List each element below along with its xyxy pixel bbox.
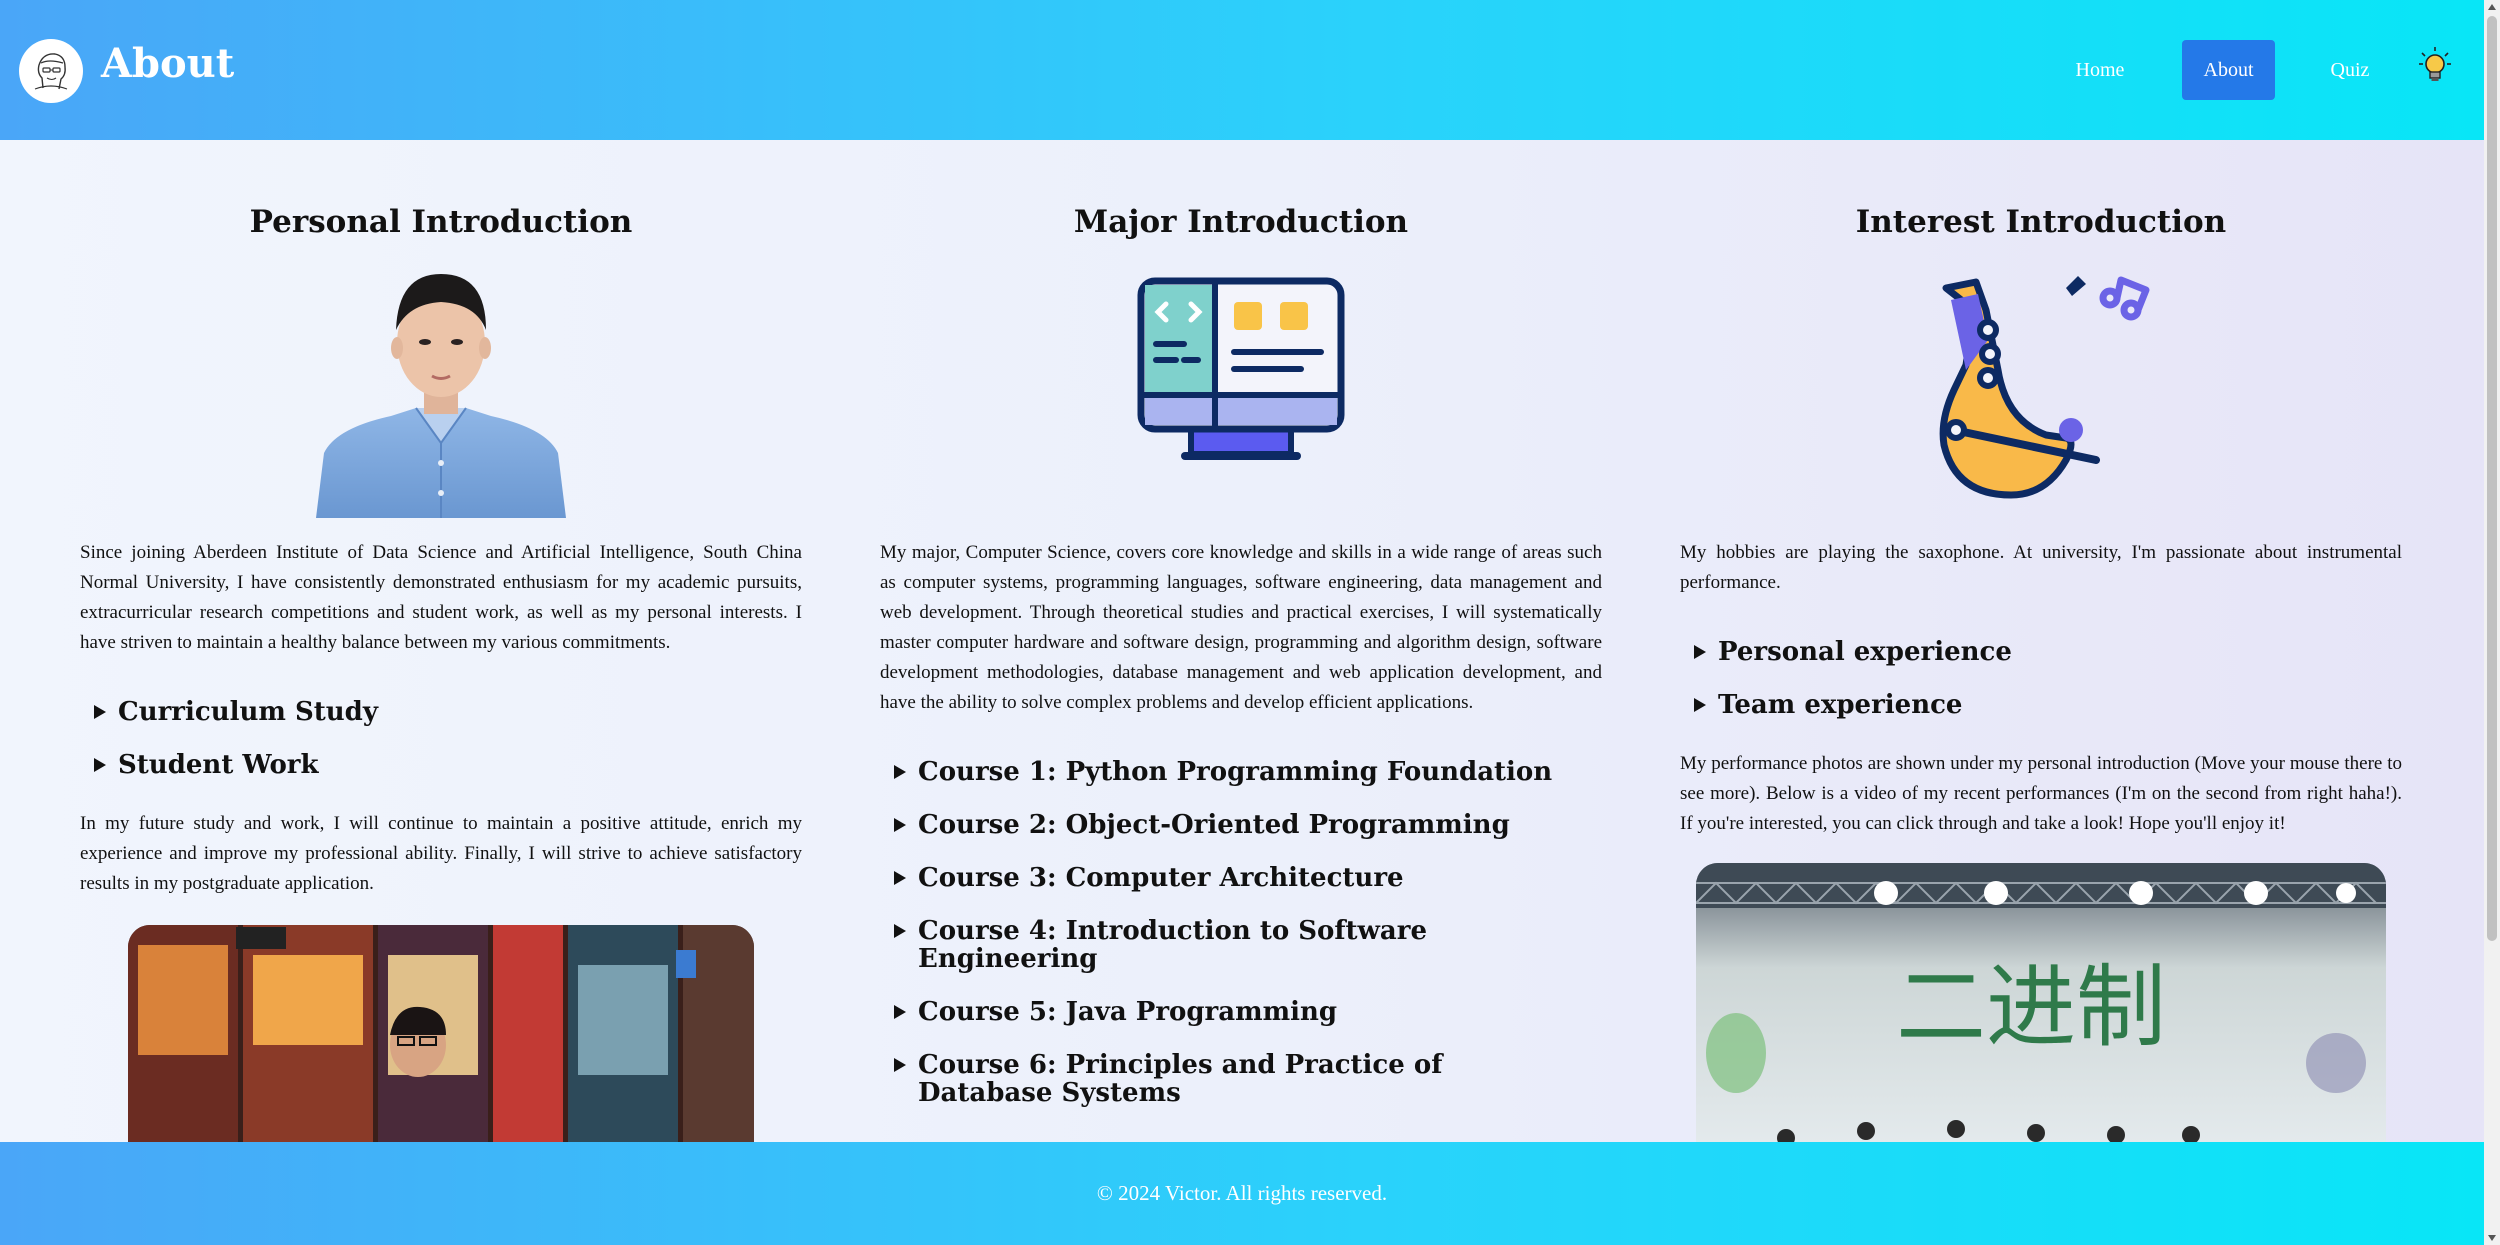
student-work-toggle[interactable]: Student Work: [80, 751, 802, 779]
course-5-toggle[interactable]: Course 5: Java Programming: [880, 998, 1602, 1026]
nav-quiz-link[interactable]: Quiz: [2305, 40, 2395, 100]
triangle-right-icon: [1694, 645, 1706, 659]
details-summary-label: Team experience: [1718, 690, 1963, 720]
portrait-sketch-icon: [26, 46, 76, 96]
personal-intro-column: Personal Introduction Since joining Aber…: [80, 140, 802, 1225]
avatar-logo[interactable]: [19, 39, 83, 103]
details-summary-label: Curriculum Study: [118, 697, 378, 727]
triangle-right-icon: [894, 871, 906, 885]
details-summary-label: Personal experience: [1718, 637, 2012, 667]
course-label: Course 5: Java Programming: [918, 997, 1338, 1027]
stage-performance-video-frame: 二进制: [1696, 863, 2386, 1163]
page-title: About: [101, 40, 235, 87]
course-label: Course 1: Python Programming Foundation: [918, 757, 1553, 787]
nav-about-link[interactable]: About: [2182, 40, 2275, 100]
interest-intro-title: Interest Introduction: [1855, 204, 2227, 240]
course-4-toggle[interactable]: Course 4: Introduction to Software Engin…: [880, 917, 1602, 973]
computer-monitor-icon: [1137, 277, 1345, 460]
performance-video[interactable]: 二进制: [1696, 863, 2386, 1163]
triangle-right-icon: [1694, 698, 1706, 712]
course-label: Course 3: Computer Architecture: [918, 863, 1404, 893]
interest-outro-text: My performance photos are shown under my…: [1680, 753, 2402, 834]
course-1-toggle[interactable]: Course 1: Python Programming Foundation: [880, 758, 1602, 786]
interest-icon-wrap: [1680, 268, 2402, 518]
triangle-right-icon: [94, 705, 106, 719]
triangle-right-icon: [894, 1058, 906, 1072]
page-scrollbar[interactable]: [2484, 0, 2500, 1245]
course-3-toggle[interactable]: Course 3: Computer Architecture: [880, 864, 1602, 892]
saxophone-icon: [1939, 276, 2150, 499]
theme-toggle-button[interactable]: [2417, 45, 2453, 85]
major-intro-column: Major Introduction My major, Computer Sc…: [880, 140, 1602, 1107]
lightbulb-icon: [2419, 47, 2451, 81]
personal-outro-text: In my future study and work, I will cont…: [80, 813, 802, 894]
interest-intro-column: Interest Introduction My hobbies are pla…: [1680, 140, 2402, 1163]
site-footer: © 2024 Victor. All rights reserved.: [0, 1142, 2484, 1245]
team-experience-toggle[interactable]: Team experience: [1680, 691, 2402, 719]
major-intro-title: Major Introduction: [1073, 204, 1409, 240]
personal-intro-text: Since joining Aberdeen Institute of Data…: [80, 542, 802, 653]
course-label: Course 6: Principles and Practice of Dat…: [918, 1050, 1443, 1108]
scroll-up-icon[interactable]: [2488, 4, 2496, 10]
nav-home-link[interactable]: Home: [2045, 40, 2155, 100]
scrollbar-thumb[interactable]: [2487, 16, 2497, 941]
site-header: About Home About Quiz: [0, 0, 2484, 140]
scroll-down-icon[interactable]: [2488, 1235, 2496, 1241]
personal-intro-title: Personal Introduction: [249, 204, 633, 240]
details-summary-label: Student Work: [118, 750, 319, 780]
triangle-right-icon: [894, 765, 906, 779]
interest-intro-text: My hobbies are playing the saxophone. At…: [1680, 542, 2402, 593]
personal-experience-toggle[interactable]: Personal experience: [1680, 638, 2402, 666]
profile-photo: [316, 274, 566, 518]
copyright-text: © 2024 Victor. All rights reserved.: [1096, 1181, 1388, 1205]
triangle-right-icon: [894, 818, 906, 832]
course-label: Course 2: Object-Oriented Programming: [918, 810, 1510, 840]
personal-photo-wrap: [80, 268, 802, 518]
major-intro-text: My major, Computer Science, covers core …: [880, 542, 1602, 713]
triangle-right-icon: [94, 758, 106, 772]
course-2-toggle[interactable]: Course 2: Object-Oriented Programming: [880, 811, 1602, 839]
curriculum-study-toggle[interactable]: Curriculum Study: [80, 698, 802, 726]
banner-text: 二进制: [1896, 955, 2166, 1060]
major-icon-wrap: [880, 268, 1602, 518]
course-label: Course 4: Introduction to Software Engin…: [918, 916, 1428, 974]
course-6-toggle[interactable]: Course 6: Principles and Practice of Dat…: [880, 1051, 1540, 1107]
triangle-right-icon: [894, 1005, 906, 1019]
triangle-right-icon: [894, 924, 906, 938]
